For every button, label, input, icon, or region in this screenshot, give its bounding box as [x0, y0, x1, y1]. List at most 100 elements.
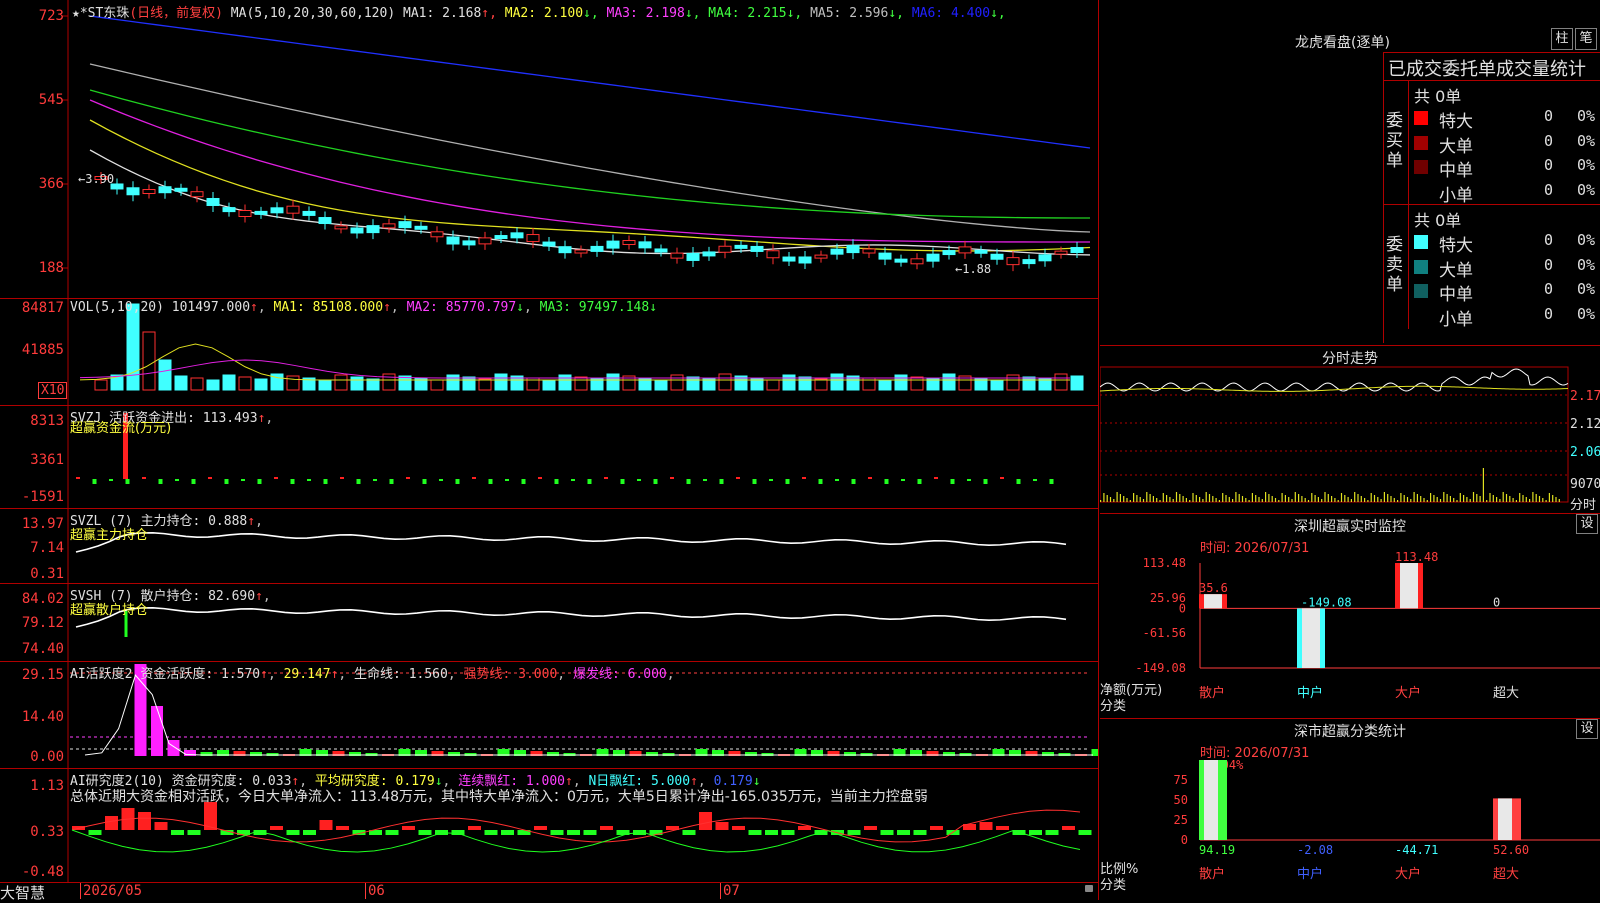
ma-arrow: ↓,: [786, 6, 811, 21]
y-tick: 113.48: [1143, 556, 1186, 570]
tick-view-button[interactable]: 笔: [1575, 28, 1597, 50]
intraday-vol-bar: [1228, 497, 1230, 502]
intraday-vol-bar: [1245, 498, 1247, 502]
intraday-vol-bar: [1532, 492, 1534, 502]
intraday-vol-bar: [1486, 500, 1488, 502]
intraday-vol-bar: [1377, 497, 1379, 502]
intraday-vol-bar: [1218, 500, 1220, 502]
lock-icon[interactable]: [1085, 885, 1093, 892]
volume-bar: [382, 373, 396, 391]
intraday-panel[interactable]: 分时走势 2.175 2.120 2.065 9070 分时: [1100, 345, 1600, 514]
svzj-bar: [290, 479, 295, 484]
volume-bar: [1038, 378, 1052, 391]
volume-ma3: MA3: 97497.148: [539, 300, 650, 315]
volume-bar: [766, 379, 780, 391]
bar-view-button[interactable]: 柱: [1551, 28, 1573, 50]
price-panel[interactable]: ★*ST东珠(日线，前复权) MA(5,10,20,30,60,120) MA1…: [0, 0, 1098, 299]
intraday-vol-bar: [1529, 499, 1531, 502]
ai-active-panel[interactable]: AI活跃度2 资金活跃度: 1.570↑, 29.147↑, 生命线: 1.56…: [0, 661, 1098, 769]
volume-ma2: MA2: 85770.797: [406, 300, 517, 315]
intraday-vol-bar: [1459, 493, 1461, 502]
volume-panel[interactable]: VOL(5,10,20) 101497.000↑, MA1: 85108.000…: [0, 298, 1098, 406]
intraday-vol-bar: [1410, 499, 1412, 502]
price-header: ★*ST东珠(日线，前复权) MA(5,10,20,30,60,120) MA1…: [72, 2, 1006, 21]
ma-value-4: MA4: 2.215: [708, 6, 787, 21]
intraday-vol-bar: [1261, 499, 1263, 502]
legend-swatch: [1414, 235, 1428, 249]
candle: [366, 225, 380, 234]
research-bar: [748, 830, 762, 835]
y-tick: -0.48: [21, 864, 64, 880]
buy-orders: 委买单共 0单 特大 0 0% 大单 0 0% 中单 0 0% 小单 0 0%: [1384, 80, 1600, 206]
classify-chart[interactable]: 75 50 25 0 94.19 散户 -2.08 中户 -44.71 大户 52.60 超大: [1100, 718, 1600, 900]
ai-active-life: 生命线: 1.560: [354, 667, 448, 682]
research-bar: [303, 830, 316, 835]
intraday-vol-bar: [1387, 494, 1389, 502]
volume-bar: [702, 378, 716, 391]
sell-row-pct: 0%: [1577, 231, 1596, 249]
monitor-panel[interactable]: 深圳超赢实时监控 设 时间: 2026/07/31 113.48 25.96 0 -6…: [1100, 513, 1600, 719]
intraday-vol-bar: [1321, 499, 1323, 502]
sell-row-name: 中单: [1439, 285, 1473, 305]
research-bar: [847, 830, 861, 835]
intraday-volume: 9070: [1570, 477, 1600, 492]
candle: [318, 217, 332, 225]
price-chart[interactable]: [0, 0, 1098, 298]
sell-row-name: 特大: [1439, 236, 1473, 256]
intraday-vol-bar: [1357, 494, 1359, 502]
intraday-chart[interactable]: [1100, 345, 1600, 513]
candle: [1022, 259, 1036, 265]
high-marker: ←3.90: [78, 172, 115, 186]
x-axis: 大智慧 2026/05 06 07: [0, 882, 1098, 902]
intraday-vol-bar: [1354, 492, 1356, 502]
candle: [638, 241, 652, 249]
intraday-vol-bar: [1502, 492, 1504, 502]
intraday-vol-bar: [1436, 497, 1438, 502]
volume-bar: [174, 375, 188, 391]
intraday-vol-bar: [1367, 500, 1369, 502]
intraday-vol-bar: [1337, 500, 1339, 502]
svsh-panel[interactable]: SVSH (7) 散户持仓: 82.690↑, 超赢散户持仓 84.02 79.…: [0, 583, 1098, 662]
period-label[interactable]: (日线，前复权): [129, 6, 223, 21]
volume-bar: [286, 375, 300, 391]
intraday-vol-bar: [1103, 493, 1105, 502]
intraday-vol-bar: [1169, 497, 1171, 502]
volume-bar: [334, 374, 348, 391]
svzj-bar: [142, 477, 146, 479]
candle: [1054, 250, 1068, 255]
volume-bar: [142, 331, 156, 391]
intraday-vol-bar: [1340, 493, 1343, 502]
intraday-vol-bar: [1403, 495, 1405, 502]
stats-box: 已成交委托单成交量统计 委买单共 0单 特大 0 0% 大单 0 0% 中单 0 0% 小单 0 0% …: [1383, 52, 1600, 343]
candle: [1006, 257, 1020, 266]
svzj-bar: [158, 479, 163, 484]
intraday-vol-bar: [1522, 495, 1524, 502]
svzj-bar: [950, 479, 955, 484]
y-tick: 366: [38, 176, 64, 192]
svzl-panel[interactable]: SVZL (7) 主力持仓: 0.888↑, 超赢主力持仓 13.97 7.14…: [0, 508, 1098, 584]
monitor-chart[interactable]: 113.4825.960-61.56-149.0835.6散户-149.08中户…: [1100, 513, 1600, 718]
candle: [910, 258, 924, 265]
intraday-vol-bar: [1106, 495, 1108, 502]
dragon-title: 龙虎看盘(逐单): [1295, 35, 1390, 51]
buy-row-name: 大单: [1439, 136, 1473, 157]
research-bar: [583, 830, 597, 835]
intraday-vol-bar: [1548, 493, 1550, 502]
y-tick: 84817: [21, 300, 64, 316]
intraday-vol-bar: [1274, 498, 1277, 502]
classify-panel[interactable]: 深市超赢分类统计 设 时间: 2026/07/31 +0.04% 7550250…: [1100, 718, 1600, 900]
intraday-vol-bar: [1232, 499, 1234, 502]
stock-name[interactable]: *ST东珠: [80, 6, 129, 21]
intraday-vol-bar: [1505, 494, 1508, 502]
ai-research-panel[interactable]: AI研究度2(10) 资金研究度: 0.033↑, 平均研究度: 0.179↓,…: [0, 768, 1098, 883]
intraday-vol-bar: [1555, 497, 1557, 502]
category-label: 超大: [1493, 686, 1519, 701]
intraday-vol-bar: [1152, 496, 1154, 502]
volume-bar: [238, 376, 252, 391]
intraday-vol-bar: [1146, 492, 1148, 502]
ai-active-burst: 爆发线: 6.000: [572, 667, 667, 682]
candle: [142, 189, 156, 195]
ma1-line: [89, 149, 1091, 256]
svzj-panel[interactable]: SVZJ 活跃资金进出: 113.493↑, 超赢资金流(万元) 8313 33…: [0, 405, 1098, 509]
svzj-bar: [1049, 479, 1054, 484]
